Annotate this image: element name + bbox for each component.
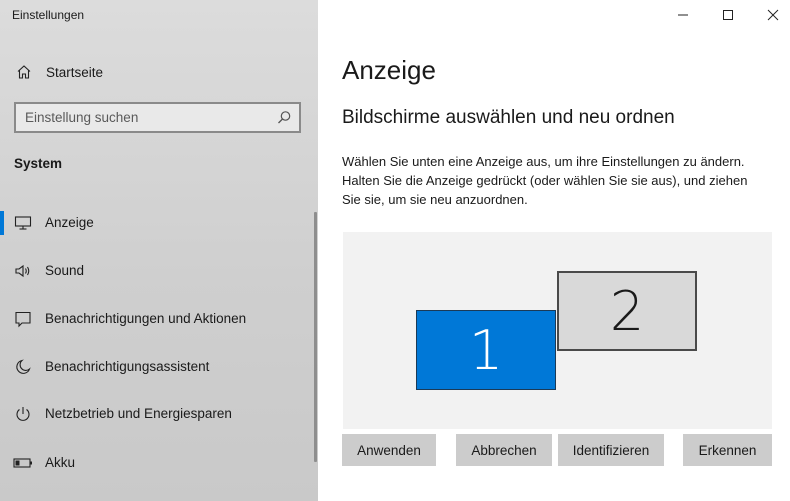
sidebar-item-label: Akku	[45, 455, 76, 470]
section-subtitle: Bildschirme auswählen und neu ordnen	[342, 107, 675, 128]
sidebar-item-battery[interactable]: Akku	[0, 443, 312, 483]
minimize-icon	[678, 14, 688, 16]
minimize-button[interactable]	[660, 0, 706, 30]
detect-button[interactable]: Erkennen	[683, 434, 772, 466]
sidebar-item-notifications[interactable]: Benachrichtigungen und Aktionen	[0, 299, 312, 339]
close-button[interactable]	[750, 0, 790, 30]
search-input[interactable]	[16, 104, 299, 131]
active-indicator	[0, 211, 4, 235]
display-arrangement-area: 1 2	[343, 232, 772, 429]
sidebar-scrollbar[interactable]	[314, 212, 317, 462]
maximize-button[interactable]	[705, 0, 751, 30]
sidebar-item-label: Sound	[45, 263, 85, 278]
moon-icon	[13, 357, 33, 377]
sidebar-item-label: Startseite	[46, 64, 104, 80]
main-content: Anzeige Bildschirme auswählen und neu or…	[318, 0, 790, 501]
power-icon	[13, 404, 33, 424]
sidebar-item-label: Benachrichtigungsassistent	[45, 359, 210, 374]
display-1-tile[interactable]: 1	[416, 310, 556, 390]
battery-icon	[13, 453, 33, 473]
cancel-button[interactable]: Abbrechen	[456, 434, 552, 466]
sidebar: Einstellungen Startseite System Anzeige …	[0, 0, 318, 501]
sidebar-item-focus-assist[interactable]: Benachrichtigungsassistent	[0, 347, 312, 387]
sidebar-item-label: Benachrichtigungen und Aktionen	[45, 311, 247, 326]
sidebar-item-display[interactable]: Anzeige	[0, 203, 312, 243]
close-icon	[767, 9, 779, 21]
search-icon[interactable]	[275, 109, 293, 127]
home-icon	[14, 62, 34, 82]
description-line: Wählen Sie unten eine Anzeige aus, um ih…	[342, 154, 745, 169]
description-line: Sie sie, um sie neu anzuordnen.	[342, 192, 528, 207]
description-line: Halten Sie die Anzeige gedrückt (oder wä…	[342, 173, 748, 188]
sidebar-item-sound[interactable]: Sound	[0, 251, 312, 291]
sidebar-item-home[interactable]: Startseite	[0, 56, 318, 88]
identify-button[interactable]: Identifizieren	[558, 434, 664, 466]
apply-button[interactable]: Anwenden	[342, 434, 436, 466]
page-title: Anzeige	[342, 55, 436, 85]
monitor-icon	[13, 213, 33, 233]
sidebar-item-power[interactable]: Netzbetrieb und Energiesparen	[0, 394, 312, 434]
app-title: Einstellungen	[12, 8, 85, 22]
speaker-icon	[13, 261, 33, 281]
display-2-tile[interactable]: 2	[557, 271, 697, 351]
section-title: System	[14, 156, 63, 171]
notification-icon	[13, 309, 33, 329]
maximize-icon	[723, 10, 733, 20]
description: Wählen Sie unten eine Anzeige aus, um ih…	[342, 152, 782, 209]
sidebar-item-label: Netzbetrieb und Energiesparen	[45, 406, 232, 421]
search-box[interactable]	[14, 102, 301, 133]
sidebar-item-label: Anzeige	[45, 215, 94, 230]
